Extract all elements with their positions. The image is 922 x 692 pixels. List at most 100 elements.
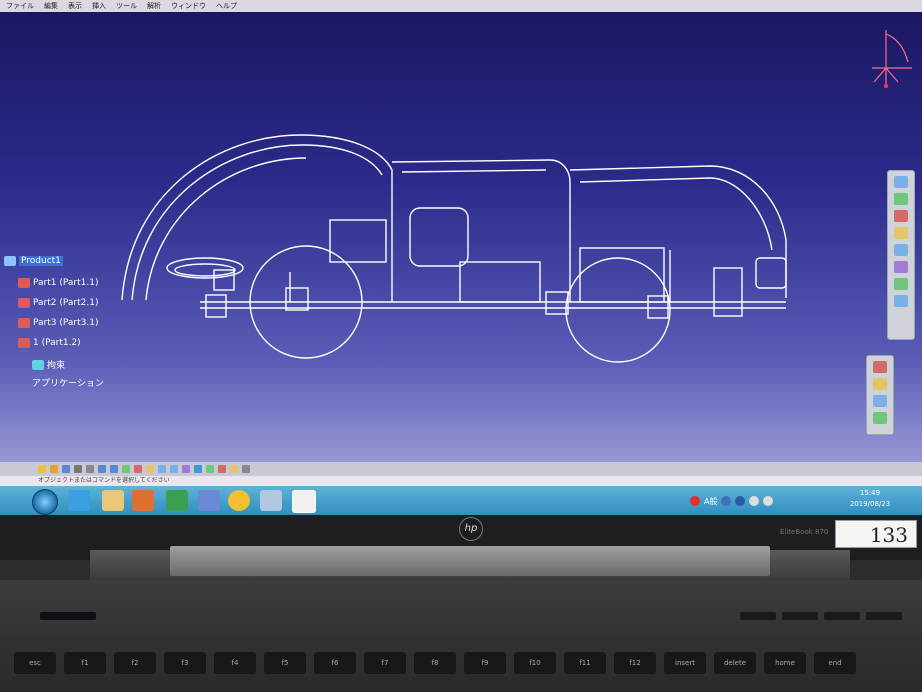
undo-icon[interactable] (98, 465, 106, 473)
right-toolbar-assembly (887, 170, 915, 340)
hide-show-icon[interactable] (206, 465, 214, 473)
tree-item-part1[interactable]: Part1 (Part1.1) (18, 278, 98, 288)
tree-item-constraints[interactable]: 拘束 (32, 358, 65, 371)
folder-icon[interactable] (102, 490, 124, 511)
fn-button[interactable] (740, 612, 776, 620)
tree-item-label: 1 (Part1.2) (33, 338, 81, 348)
rotate-icon[interactable] (146, 465, 154, 473)
zoom-out-icon[interactable] (170, 465, 178, 473)
clock-date: 2019/08/23 (849, 500, 891, 508)
chrome-icon[interactable] (228, 490, 250, 511)
volume-icon[interactable] (763, 496, 774, 506)
print-icon[interactable] (74, 465, 82, 473)
key[interactable]: end (814, 652, 856, 674)
toolbar-button[interactable] (894, 261, 908, 273)
menu-edit[interactable]: 編集 (44, 1, 58, 11)
compass-icon[interactable] (868, 18, 914, 90)
toolbar-button[interactable] (894, 295, 908, 307)
inventory-sticker: 133 (835, 520, 917, 548)
tree-item-label: Part2 (Part2.1) (33, 298, 99, 308)
measure-icon[interactable] (230, 465, 238, 473)
bottom-toolbar (0, 462, 922, 476)
new-icon[interactable] (38, 465, 46, 473)
menu-help[interactable]: ヘルプ (216, 1, 237, 11)
ime-icon[interactable] (721, 496, 732, 506)
fn-button[interactable] (824, 612, 860, 620)
key[interactable]: f1 (64, 652, 106, 674)
fit-all-icon[interactable] (122, 465, 130, 473)
constraint-tool-icon[interactable] (218, 465, 226, 473)
fn-button[interactable] (782, 612, 818, 620)
help-icon[interactable] (735, 496, 746, 506)
key[interactable]: f6 (314, 652, 356, 674)
snap-icon[interactable] (242, 465, 250, 473)
toolbar-button[interactable] (873, 412, 887, 424)
part-icon (18, 318, 30, 328)
tree-item-applications[interactable]: アプリケーション (32, 376, 104, 389)
key[interactable]: f12 (614, 652, 656, 674)
toolbar-button[interactable] (894, 193, 908, 205)
keyboard-function-row: esc f1 f2 f3 f4 f5 f6 f7 f8 f9 f10 f11 f… (14, 652, 856, 674)
windows-taskbar: A般 15:49 2019/08/23 (0, 486, 922, 515)
car-wireframe-viewport[interactable] (110, 130, 800, 370)
catia-active-icon[interactable] (292, 490, 316, 513)
tree-item-part3[interactable]: Part3 (Part3.1) (18, 318, 98, 328)
menu-insert[interactable]: 挿入 (92, 1, 106, 11)
tree-item-product1[interactable]: Product1 (4, 256, 63, 266)
flag-icon[interactable] (690, 496, 700, 506)
pan-icon[interactable] (134, 465, 142, 473)
key[interactable]: insert (664, 652, 706, 674)
catia-icon[interactable] (198, 490, 220, 511)
toolbar-button[interactable] (873, 378, 887, 390)
key[interactable]: f11 (564, 652, 606, 674)
keyboard-deck (0, 580, 922, 692)
key[interactable]: home (764, 652, 806, 674)
toolbar-button[interactable] (894, 227, 908, 239)
part-icon (18, 298, 30, 308)
media-player-icon[interactable] (132, 490, 154, 511)
normal-view-icon[interactable] (182, 465, 190, 473)
toolbar-button[interactable] (873, 395, 887, 407)
key[interactable]: f5 (264, 652, 306, 674)
taskbar-clock[interactable]: 15:49 2019/08/23 (840, 488, 900, 510)
key[interactable]: f9 (464, 652, 506, 674)
key[interactable]: delete (714, 652, 756, 674)
paint-icon[interactable] (260, 490, 282, 511)
view-mode-icon[interactable] (194, 465, 202, 473)
cut-icon[interactable] (86, 465, 94, 473)
menu-view[interactable]: 表示 (68, 1, 82, 11)
toolbar-button[interactable] (894, 210, 908, 222)
key[interactable]: f4 (214, 652, 256, 674)
hp-logo: hp (459, 517, 483, 541)
ie-icon[interactable] (68, 490, 90, 511)
menu-file[interactable]: ファイル (6, 1, 34, 11)
specification-tree: Product1 Part1 (Part1.1) Part2 (Part2.1)… (4, 252, 134, 402)
fn-button[interactable] (866, 612, 902, 620)
part-icon (18, 338, 30, 348)
menu-analyze[interactable]: 解析 (147, 1, 161, 11)
tree-item-part2[interactable]: Part2 (Part2.1) (18, 298, 98, 308)
toolbar-button[interactable] (873, 361, 887, 373)
start-button[interactable] (32, 489, 58, 515)
menu-window[interactable]: ウィンドウ (171, 1, 206, 11)
tree-item-part1-2[interactable]: 1 (Part1.2) (18, 338, 81, 348)
save-icon[interactable] (62, 465, 70, 473)
menu-tools[interactable]: ツール (116, 1, 137, 11)
key[interactable]: f7 (364, 652, 406, 674)
key[interactable]: esc (14, 652, 56, 674)
toolbar-button[interactable] (894, 244, 908, 256)
key[interactable]: f2 (114, 652, 156, 674)
toolbar-button[interactable] (894, 176, 908, 188)
excel-icon[interactable] (166, 490, 188, 511)
redo-icon[interactable] (110, 465, 118, 473)
part-icon (18, 278, 30, 288)
open-icon[interactable] (50, 465, 58, 473)
key[interactable]: f10 (514, 652, 556, 674)
ime-indicator[interactable]: A般 (704, 496, 717, 507)
key[interactable]: f8 (414, 652, 456, 674)
power-button[interactable] (40, 612, 96, 620)
toolbar-button[interactable] (894, 278, 908, 290)
network-icon[interactable] (749, 496, 760, 506)
key[interactable]: f3 (164, 652, 206, 674)
zoom-in-icon[interactable] (158, 465, 166, 473)
